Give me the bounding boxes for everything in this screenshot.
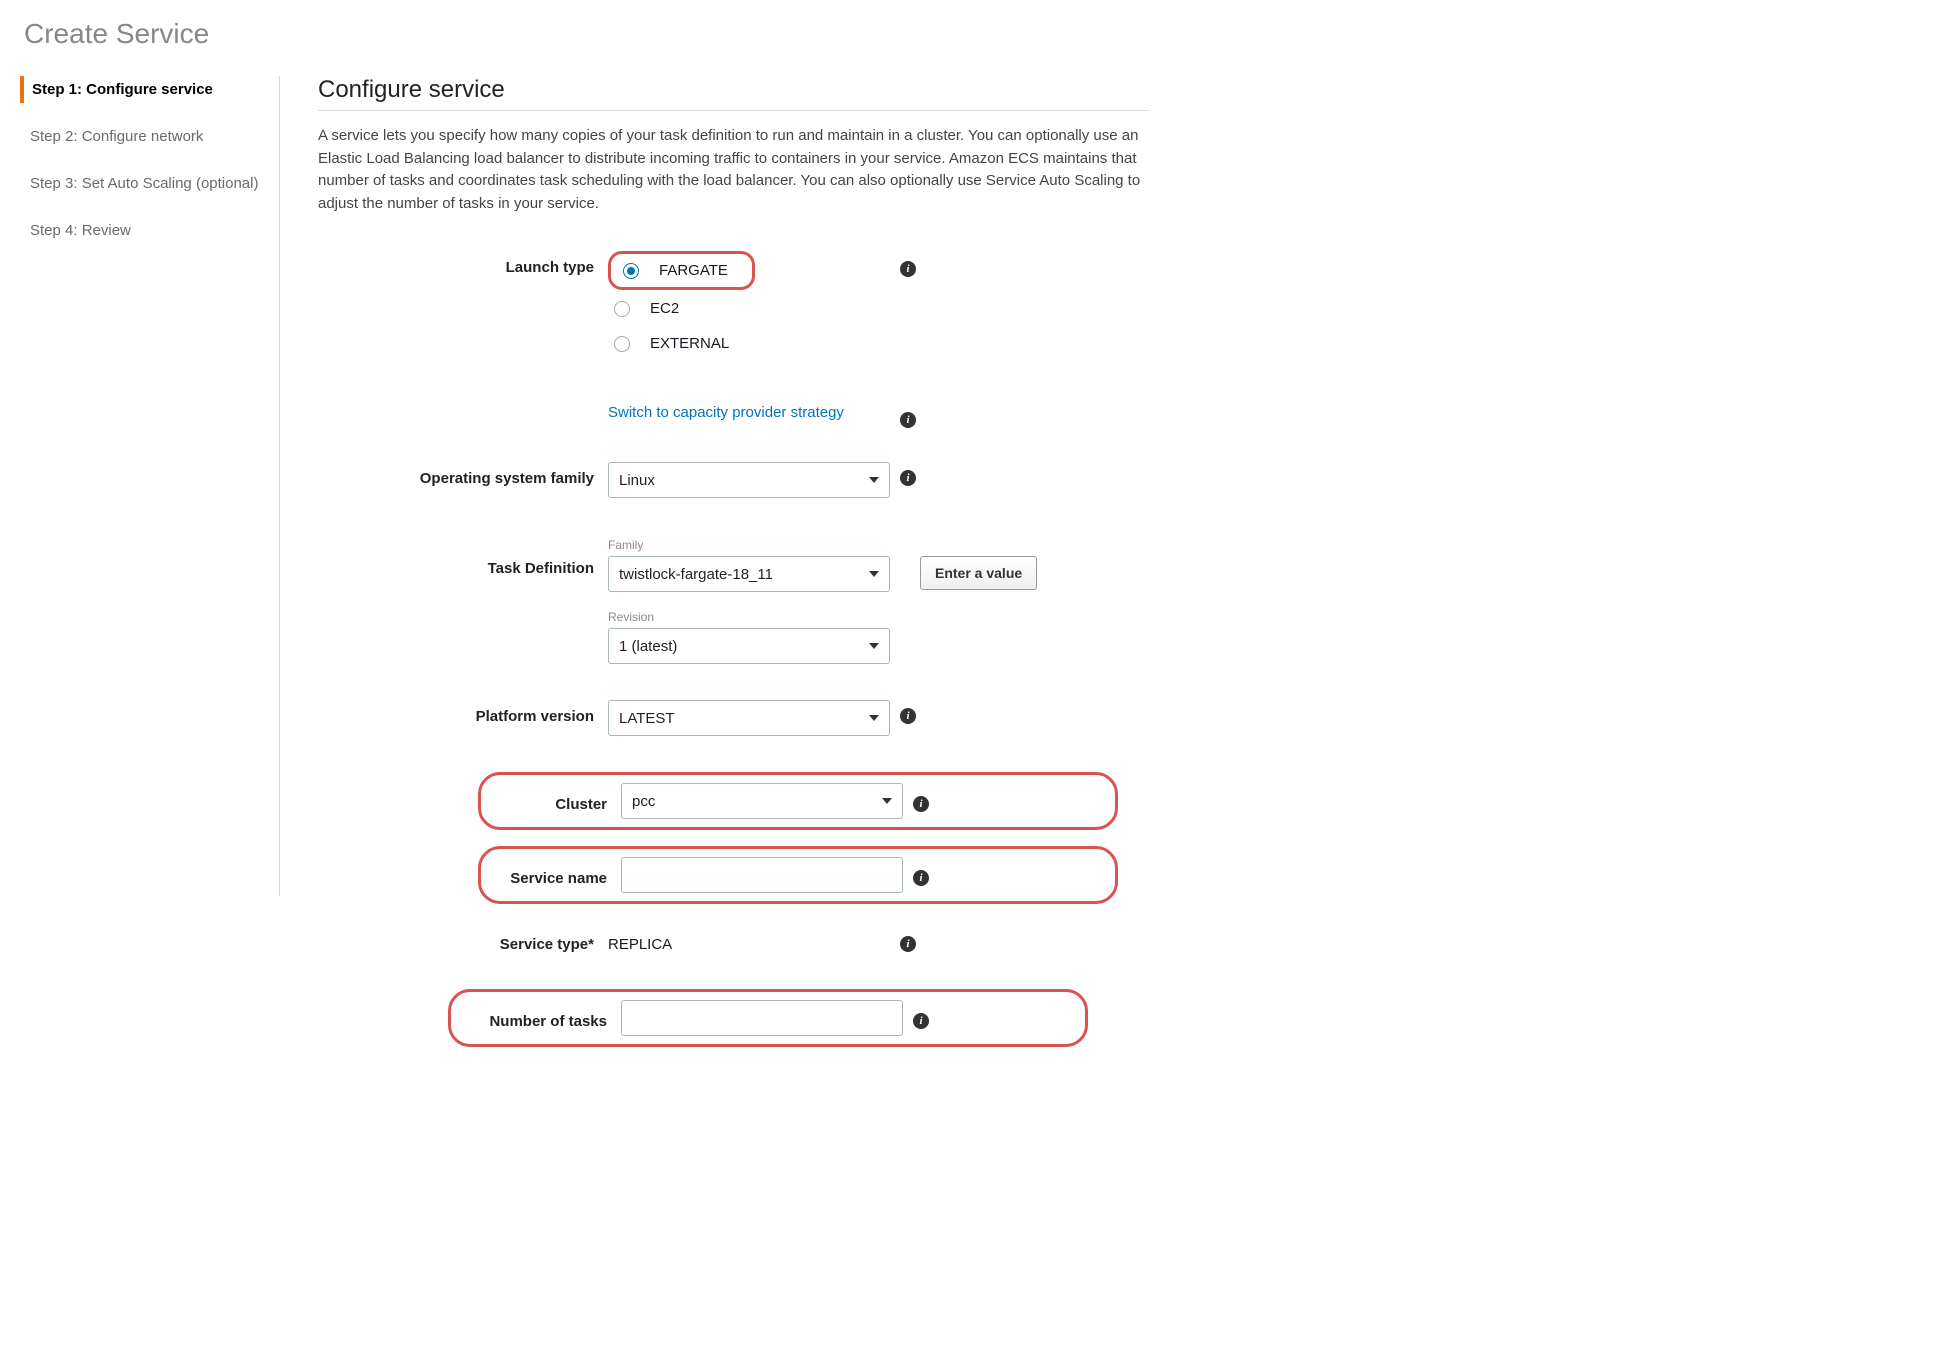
select-platform-version-value: LATEST [619,710,675,727]
info-icon[interactable]: i [900,936,916,952]
highlight-service-name: Service name i [478,846,1118,904]
label-launch-type: Launch type [318,251,608,276]
radio-ec2-label: EC2 [650,300,679,317]
step-4-review[interactable]: Step 4: Review [20,217,269,244]
label-task-definition: Task Definition [318,538,608,577]
select-task-revision[interactable]: 1 (latest) [608,628,890,664]
select-task-revision-value: 1 (latest) [619,638,677,655]
row-capacity-link: Switch to capacity provider strategy i [318,404,1150,428]
number-of-tasks-input[interactable] [621,1000,903,1036]
select-os-family-value: Linux [619,472,655,489]
chevron-down-icon [869,715,879,721]
radio-fargate-wrap: FARGATE [617,258,734,283]
chevron-down-icon [882,798,892,804]
row-launch-type: Launch type FARGATE EC2 EXTERNAL [318,251,1150,366]
step-2-configure-network[interactable]: Step 2: Configure network [20,123,269,150]
row-service-type: Service type* REPLICA i [318,928,1150,953]
switch-capacity-link[interactable]: Switch to capacity provider strategy [608,404,844,421]
row-task-definition: Task Definition Family twistlock-fargate… [318,538,1150,664]
highlight-fargate: FARGATE [608,251,755,290]
label-os-family: Operating system family [318,462,608,487]
select-task-family[interactable]: twistlock-fargate-18_11 [608,556,890,592]
label-service-type: Service type* [318,928,608,953]
radio-external-label: EXTERNAL [650,335,729,352]
section-intro: A service lets you specify how many copi… [318,125,1150,215]
label-service-name: Service name [491,864,621,887]
page-title: Create Service [24,18,1918,50]
info-icon[interactable]: i [900,708,916,724]
info-icon[interactable]: i [900,412,916,428]
step-1-configure-service[interactable]: Step 1: Configure service [20,76,269,103]
radio-external-wrap: EXTERNAL [608,331,890,356]
select-platform-version[interactable]: LATEST [608,700,890,736]
radios-launch-type: FARGATE EC2 EXTERNAL [608,251,890,366]
info-icon[interactable]: i [913,1013,929,1029]
info-icon[interactable]: i [913,870,929,886]
radio-external[interactable] [614,336,630,352]
section-divider [318,110,1150,111]
highlight-cluster: Cluster pcc i [478,772,1118,830]
highlight-number-of-tasks: Number of tasks i [448,989,1088,1047]
radio-fargate[interactable] [623,263,639,279]
row-os-family: Operating system family Linux i [318,462,1150,498]
section-title: Configure service [318,76,1150,104]
info-icon[interactable]: i [913,796,929,812]
radio-fargate-label: FARGATE [659,262,728,279]
label-platform-version: Platform version [318,700,608,725]
select-os-family[interactable]: Linux [608,462,890,498]
service-name-input[interactable] [621,857,903,893]
select-cluster[interactable]: pcc [621,783,903,819]
main-content: Configure service A service lets you spe… [280,76,1150,1047]
label-number-of-tasks: Number of tasks [461,1007,621,1030]
select-task-family-value: twistlock-fargate-18_11 [619,566,773,583]
chevron-down-icon [869,571,879,577]
select-cluster-value: pcc [632,793,655,810]
row-platform-version: Platform version LATEST i [318,700,1150,736]
step-3-set-auto-scaling[interactable]: Step 3: Set Auto Scaling (optional) [20,170,269,197]
chevron-down-icon [869,643,879,649]
info-icon[interactable]: i [900,261,916,277]
sublabel-family: Family [608,538,890,552]
radio-ec2-wrap: EC2 [608,296,890,321]
label-cluster: Cluster [491,790,621,813]
steps-nav: Step 1: Configure service Step 2: Config… [20,76,280,896]
enter-a-value-button[interactable]: Enter a value [920,556,1037,590]
radio-ec2[interactable] [614,301,630,317]
layout: Step 1: Configure service Step 2: Config… [20,76,1918,1047]
service-type-value: REPLICA [608,928,890,953]
sublabel-revision: Revision [608,610,890,624]
info-icon[interactable]: i [900,470,916,486]
chevron-down-icon [869,477,879,483]
